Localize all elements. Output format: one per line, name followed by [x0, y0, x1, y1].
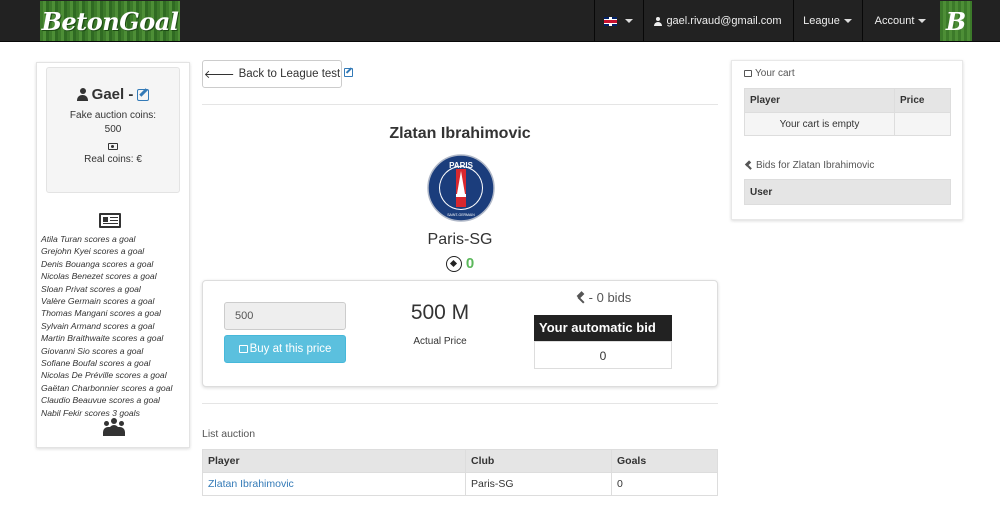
goals-count: 0: [465, 255, 475, 272]
cart-icon: [744, 70, 752, 77]
news-item: Sylvain Armand scores a goal: [41, 320, 155, 331]
edit-icon[interactable]: [137, 88, 150, 101]
cart-icon: [238, 345, 248, 353]
bids-count: - 0 bids: [588, 290, 632, 305]
news-item: Thomas Mangani scores a goal: [41, 308, 161, 319]
news-item: Sloan Privat scores a goal: [41, 283, 141, 294]
buy-at-this-price-button[interactable]: Buy at this price: [224, 335, 346, 363]
news-item: Giovanni Sio scores a goal: [41, 345, 144, 356]
bids-count-row: - 0 bids: [534, 290, 672, 305]
user-icon: [654, 16, 663, 26]
soccer-ball-icon: [445, 255, 462, 272]
news-item: Atila Turan scores a goal: [41, 234, 136, 244]
table-header-row: Player Price: [744, 88, 951, 113]
b-logo[interactable]: B: [940, 1, 972, 41]
table-cell-club: Paris-SG: [465, 472, 612, 496]
actual-price-value: 500 M: [410, 301, 470, 324]
news-item: Valère Germain scores a goal: [41, 296, 155, 307]
fake-coins-label: Fake auction coins:: [69, 110, 157, 121]
gavel-icon: [744, 161, 753, 170]
edit-icon[interactable]: [344, 68, 353, 77]
table-cell-player: Zlatan Ibrahimovic: [202, 472, 466, 496]
news-item: Denis Bouanga scores a goal: [41, 258, 154, 269]
column-header-club: Club: [465, 449, 612, 473]
real-coins-label: Real coins: €: [84, 154, 142, 165]
news-item: Martin Braithwaite scores a goal: [41, 333, 164, 344]
cart-title-row: Your cart: [744, 68, 795, 79]
buy-button-label: Buy at this price: [249, 343, 332, 355]
news-item: Nicolas De Préville scores a goal: [41, 370, 167, 381]
league-dropdown[interactable]: League: [793, 0, 861, 42]
player-name: Zlatan Ibrahimovic: [389, 125, 531, 142]
user-icon: [76, 88, 88, 101]
arrow-left-icon: 🡐: [203, 69, 235, 81]
table-row: Your cart is empty: [744, 112, 951, 136]
news-feed: Atila Turan scores a goal Grejohn Kyei s…: [41, 233, 189, 419]
table-header-row: Player Club Goals: [202, 449, 718, 473]
fake-coins-value: 500: [104, 124, 122, 135]
flag-uk-icon: [604, 16, 617, 26]
gavel-icon: [575, 292, 586, 303]
news-item: Nicolas Benezet scores a goal: [41, 271, 157, 282]
news-item: Sofiane Boufal scores a goal: [41, 358, 151, 369]
league-label: League: [803, 15, 840, 27]
profile-card: Gael - Fake auction coins: 500 Real coin…: [46, 67, 180, 193]
brand-name: BetonGoal: [41, 6, 179, 36]
brand-logo[interactable]: BetonGoal: [40, 1, 180, 41]
navbar: BetonGoal gael.rivaud@gmail.com League A…: [0, 0, 1000, 42]
cart-table: Player Price Your cart is empty: [744, 88, 951, 136]
user-email: gael.rivaud@gmail.com: [666, 15, 782, 27]
column-header-price: Price: [894, 88, 951, 113]
chevron-down-icon: [843, 19, 852, 23]
b-logo-letter: B: [945, 6, 967, 36]
back-button-label: Back to League test: [238, 68, 341, 80]
table-cell-price: [894, 112, 951, 136]
column-header-user: User: [744, 179, 951, 205]
chevron-down-icon: [918, 19, 927, 23]
chevron-down-icon: [625, 19, 633, 23]
club-logo-text: PARIS: [449, 161, 474, 170]
profile-name: Gael -: [91, 86, 134, 103]
cart-panel: Your cart Player Price Your cart is empt…: [731, 60, 963, 220]
account-label: Account: [874, 15, 915, 27]
language-dropdown[interactable]: [594, 0, 642, 42]
back-to-league-button[interactable]: 🡐 Back to League test: [202, 60, 342, 88]
column-header-goals: Goals: [611, 449, 718, 473]
player-link[interactable]: Zlatan Ibrahimovic: [208, 478, 294, 490]
user-email-link[interactable]: gael.rivaud@gmail.com: [643, 0, 792, 42]
actual-price-label: Actual Price: [413, 336, 467, 347]
users-group-icon[interactable]: [103, 418, 125, 436]
club-logo: PARIS SAINT-GERMAIN: [427, 154, 495, 222]
account-dropdown[interactable]: Account: [862, 0, 938, 42]
price-input[interactable]: [224, 302, 346, 330]
table-row: Zlatan Ibrahimovic Paris-SG 0: [202, 472, 718, 496]
automatic-bid-value[interactable]: 0: [534, 341, 672, 369]
cart-empty-message: Your cart is empty: [744, 112, 895, 136]
goals-count-row: 0: [202, 255, 718, 272]
list-auction-label: List auction: [202, 428, 256, 440]
club-name: Paris-SG: [427, 231, 493, 248]
column-header-player: Player: [744, 88, 895, 113]
bids-title: Bids for Zlatan Ibrahimovic: [756, 160, 875, 171]
sidebar: Gael - Fake auction coins: 500 Real coin…: [36, 62, 190, 448]
table-cell-goals: 0: [611, 472, 718, 496]
money-icon: [108, 143, 118, 150]
club-logo-subtext: SAINT-GERMAIN: [447, 213, 475, 217]
column-header-player: Player: [202, 449, 466, 473]
divider: [202, 104, 718, 105]
table-header-row: User: [744, 179, 951, 205]
profile-name-row: Gael -: [47, 86, 179, 103]
list-auction-table: Player Club Goals Zlatan Ibrahimovic Par…: [202, 449, 718, 496]
newspaper-icon: [99, 213, 121, 228]
bids-table: User: [744, 179, 951, 205]
news-item: Claudio Beauvue scores a goal: [41, 395, 160, 406]
news-item: Grejohn Kyei scores a goal: [41, 246, 145, 257]
auction-panel: Buy at this price 500 M Actual Price - 0…: [202, 280, 718, 387]
divider: [202, 403, 718, 404]
cart-title: Your cart: [755, 68, 795, 79]
bids-title-row: Bids for Zlatan Ibrahimovic: [744, 160, 874, 171]
news-item: Gaëtan Charbonnier scores a goal: [41, 382, 173, 393]
automatic-bid-header: Your automatic bid: [534, 315, 672, 341]
